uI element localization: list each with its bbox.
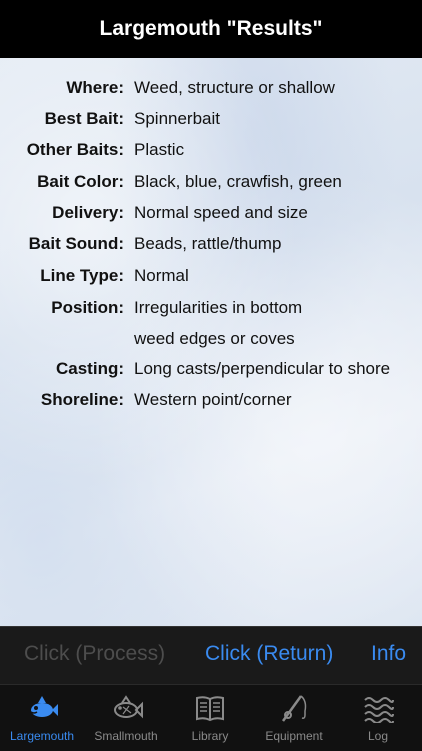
tab-log[interactable]: Log (336, 685, 420, 751)
result-label: Bait Sound: (28, 234, 124, 253)
page-title: Largemouth "Results" (99, 17, 323, 40)
result-value: Long casts/perpendicular to shore (134, 359, 391, 378)
result-value: Spinnerbait (134, 109, 221, 128)
result-value: Beads, rattle/thump (134, 234, 282, 253)
result-value: Western point/corner (134, 390, 292, 409)
return-button[interactable]: Click (Return) (205, 642, 333, 666)
result-label: Bait Color: (37, 172, 124, 191)
tab-label: Log (367, 729, 389, 743)
action-toolbar: Click (Process) Click (Return) Info (0, 626, 422, 685)
tab-bar: Largemouth Smallmouth Library Equipment … (0, 684, 422, 751)
tab-label: Equipment (265, 729, 323, 743)
result-row-bait-sound: Bait Sound: Beads, rattle/thump (0, 234, 422, 265)
tab-smallmouth[interactable]: Smallmouth (84, 685, 168, 751)
result-value: Plastic (134, 140, 185, 159)
tab-label: Smallmouth (94, 729, 158, 743)
fishing-rod-icon (281, 695, 307, 722)
fish-icon (30, 696, 58, 717)
tab-equipment[interactable]: Equipment (252, 685, 336, 751)
result-row-shoreline: Shoreline: Western point/corner (0, 390, 422, 421)
result-label: Best Bait: (44, 109, 124, 128)
result-row-other-baits: Other Baits: Plastic (0, 140, 422, 171)
result-value: Normal speed and size (134, 203, 308, 222)
result-value: Black, blue, crawfish, green (134, 172, 342, 191)
result-label: Where: (66, 78, 124, 97)
result-label: Line Type: (40, 266, 124, 285)
result-label: Casting: (56, 359, 124, 378)
result-row-casting: Casting: Long casts/perpendicular to sho… (0, 359, 422, 390)
result-label: Position: (51, 298, 124, 317)
result-value: weed edges or coves (134, 329, 295, 348)
result-row-where: Where: Weed, structure or shallow (0, 78, 422, 109)
result-value: Normal (134, 266, 189, 285)
result-label: Delivery: (52, 203, 124, 222)
result-row-delivery: Delivery: Normal speed and size (0, 203, 422, 234)
waves-icon (364, 697, 394, 723)
process-button[interactable]: Click (Process) (24, 642, 165, 666)
result-label: Other Baits: (26, 140, 124, 159)
book-icon (196, 696, 224, 722)
result-row-bait-color: Bait Color: Black, blue, crawfish, green (0, 172, 422, 203)
result-value: Irregularities in bottom (134, 298, 303, 317)
navigation-bar: Largemouth "Results" (0, 0, 422, 58)
fish-outline-icon (114, 695, 143, 719)
result-row-position: Position: Irregularities in bottom (0, 298, 422, 329)
result-label: Shoreline: (40, 390, 124, 409)
tab-library[interactable]: Library (168, 685, 252, 751)
results-panel: Where: Weed, structure or shallow Best B… (0, 58, 422, 626)
result-row-line-type: Line Type: Normal (0, 266, 422, 297)
tab-label: Largemouth (9, 729, 75, 743)
tab-largemouth[interactable]: Largemouth (0, 685, 84, 751)
result-value: Weed, structure or shallow (134, 78, 335, 97)
info-button[interactable]: Info (371, 642, 406, 666)
result-row-best-bait: Best Bait: Spinnerbait (0, 109, 422, 140)
tab-label: Library (191, 729, 229, 743)
result-row-position-continued: weed edges or coves (0, 329, 422, 360)
